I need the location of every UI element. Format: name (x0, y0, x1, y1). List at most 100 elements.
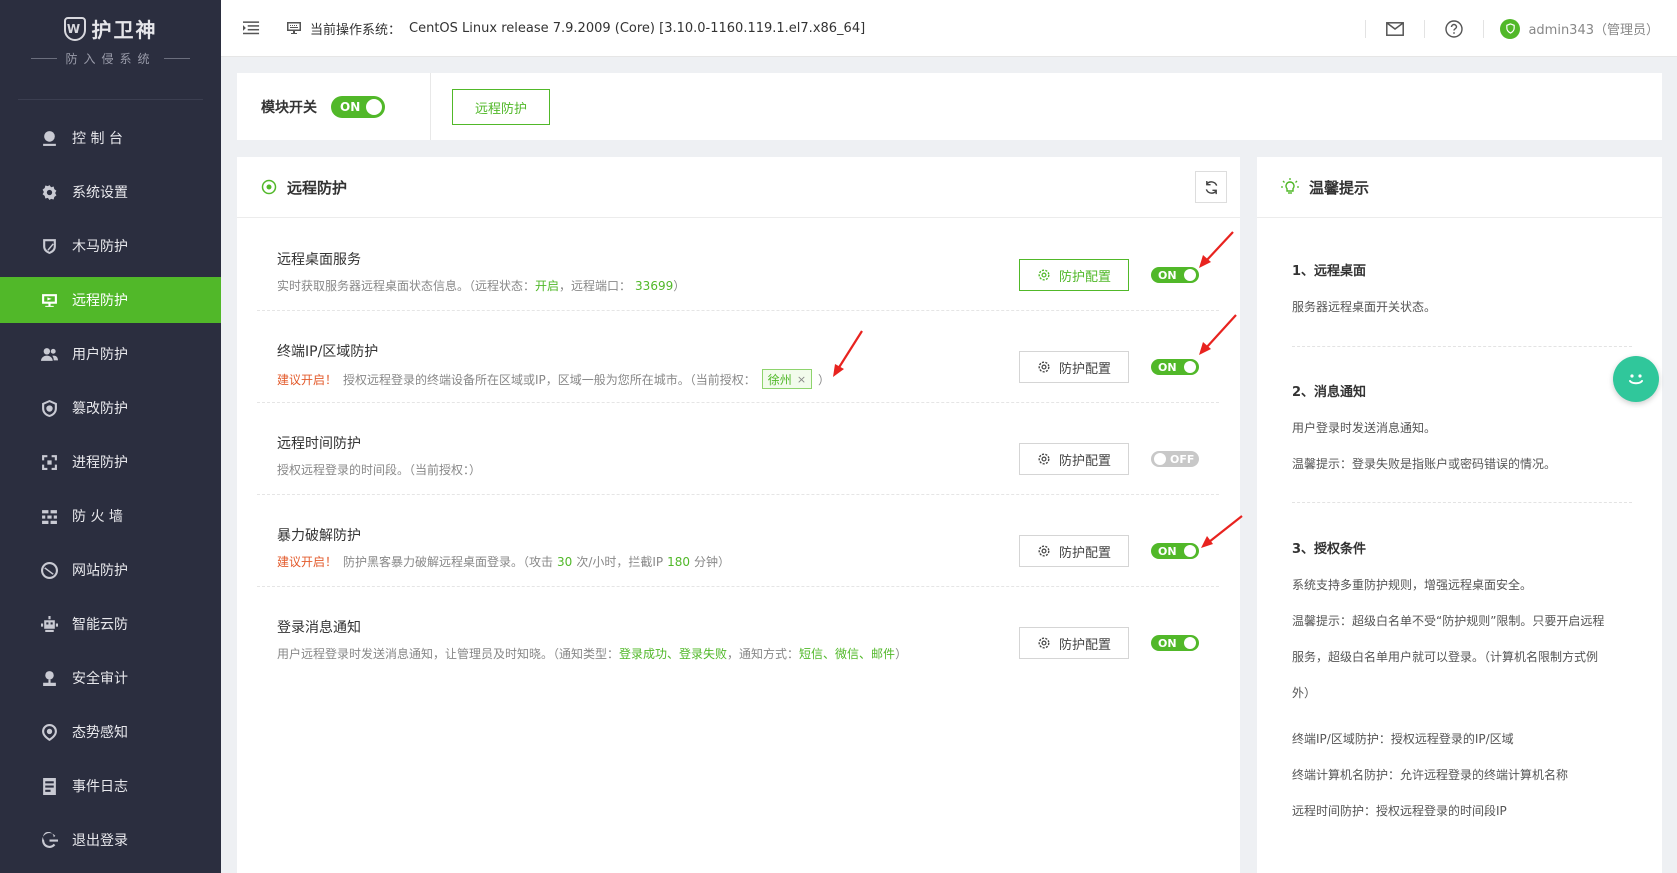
desc-text: 用户远程登录时发送消息通知，让管理员及时知晓。（通知类型： (277, 647, 620, 661)
service-toggle[interactable]: ON (1151, 543, 1199, 559)
notify-ways: 短信、微信、邮件 (799, 647, 896, 661)
sidebar-item-tamper[interactable]: 篡改防护 (0, 385, 221, 431)
logo: W 护卫神 防入侵系统 (0, 0, 221, 89)
sidebar-item-label: 控 制 台 (72, 131, 123, 147)
config-button[interactable]: 防护配置 (1019, 259, 1129, 291)
sidebar-item-audit[interactable]: 安全审计 (0, 655, 221, 701)
sidebar-item-logout[interactable]: 退出登录 (0, 817, 221, 863)
log-icon (40, 777, 58, 795)
user-shield-icon (1500, 18, 1521, 39)
notify-types: 登录成功、登录失败 (619, 647, 728, 661)
module-switch-label: 模块开关 (261, 99, 317, 116)
desc-text: 授权远程登录的终端设备所在区域或IP，区域一般为您所在城市。（当前授权： (343, 372, 756, 387)
sidebar-item-dashboard[interactable]: 控 制 台 (0, 115, 221, 161)
sidebar-item-users[interactable]: 用户防护 (0, 331, 221, 377)
tip-text: 系统支持多重防护规则，增强远程桌面安全。 (1292, 578, 1533, 592)
dashboard-icon (40, 129, 58, 147)
tag-label: 徐州 (767, 372, 792, 387)
sidebar-item-label: 事件日志 (72, 779, 128, 795)
service-name: 远程时间防护 (277, 436, 361, 452)
gear-icon (1038, 545, 1050, 557)
logo-shield-icon: W (63, 16, 86, 41)
topbar: 当前操作系统： CentOS Linux release 7.9.2009 (C… (221, 0, 1677, 57)
service-toggle[interactable]: ON (1151, 267, 1199, 283)
service-name: 登录消息通知 (277, 620, 361, 636)
help-button[interactable] (1425, 0, 1483, 57)
menu-collapse-icon[interactable] (243, 19, 261, 37)
desc-text: 实时获取服务器远程桌面状态信息。（远程状态： (277, 279, 536, 293)
service-toggle[interactable]: ON (1151, 635, 1199, 651)
service-desc: 建议开启！ 防护黑客暴力破解远程桌面登录。（攻击 30 次/小时，拦截IP 18… (277, 553, 730, 570)
close-icon[interactable]: × (797, 373, 806, 386)
desc-text: 防护黑客暴力破解远程桌面登录。（攻击 (343, 555, 554, 569)
sidebar-item-firewall[interactable]: 防 火 墙 (0, 493, 221, 539)
sidebar-item-trojan[interactable]: 木马防护 (0, 223, 221, 269)
config-button[interactable]: 防护配置 (1019, 627, 1129, 659)
remote-desktop-icon (40, 291, 58, 309)
desc-text: ） (895, 647, 908, 661)
sidebar-item-label: 远程防护 (72, 293, 128, 309)
toggle-text: ON (340, 99, 361, 114)
service-desc: 建议开启！ 授权远程登录的终端设备所在区域或IP，区域一般为您所在城市。（当前授… (277, 369, 830, 389)
sidebar-item-label: 退出登录 (72, 833, 128, 849)
sidebar-item-website[interactable]: 网站防护 (0, 547, 221, 593)
target-icon (261, 179, 277, 195)
auth-tag[interactable]: 徐州 × (761, 369, 813, 389)
remote-status: 开启 (535, 279, 560, 293)
tip-heading: 3、授权条件 (1292, 542, 1367, 557)
sidebar: W 护卫神 防入侵系统 控 制 台 系统设置 木马防护 远程防护 用户防护 篡改… (0, 0, 221, 873)
service-row-brute-force: 暴力破解防护 建议开启！ 防护黑客暴力破解远程桌面登录。（攻击 30 次/小时，… (257, 495, 1219, 587)
trojan-shield-icon (40, 237, 58, 255)
os-value: CentOS Linux release 7.9.2009 (Core) [3.… (409, 20, 866, 36)
tip-heading: 1、远程桌面 (1292, 264, 1367, 279)
service-toggle[interactable]: ON (1151, 359, 1199, 375)
remote-port: 33699 (635, 278, 674, 293)
chat-support-button[interactable] (1613, 356, 1659, 402)
config-label: 防护配置 (1058, 637, 1111, 653)
sidebar-item-cloud[interactable]: 智能云防 (0, 601, 221, 647)
sidebar-item-label: 系统设置 (72, 185, 128, 201)
service-toggle[interactable]: OFF (1151, 451, 1199, 467)
module-toggle[interactable]: ON (331, 95, 385, 118)
desc-text: ） (673, 279, 686, 293)
user-menu[interactable]: admin343（管理员） (1484, 18, 1677, 39)
logout-icon (40, 831, 58, 849)
service-desc: 实时获取服务器远程桌面状态信息。（远程状态： 开启 ，远程端口： 33699 ） (277, 277, 685, 294)
sidebar-item-process[interactable]: 进程防护 (0, 439, 221, 485)
audit-icon (40, 669, 58, 687)
user-name: admin343（管理员） (1528, 23, 1659, 38)
sidebar-item-label: 用户防护 (72, 347, 128, 363)
logo-subtitle: 防入侵系统 (65, 52, 156, 66)
warn-text: 建议开启！ (277, 555, 338, 569)
desc-text: ，远程端口： (559, 279, 632, 293)
desc-text: ，通知方式： (727, 647, 800, 661)
sidebar-item-remote[interactable]: 远程防护 (0, 277, 221, 323)
tip-text: 远程时间防护：授权远程登录的时间段IP (1292, 804, 1507, 818)
toggle-text: ON (1158, 544, 1177, 558)
desc-text: ） (818, 372, 831, 387)
config-button[interactable]: 防护配置 (1019, 351, 1129, 383)
firewall-icon (40, 507, 58, 525)
refresh-button[interactable] (1195, 171, 1227, 203)
tab-remote-protection[interactable]: 远程防护 (452, 89, 550, 125)
service-name: 远程桌面服务 (277, 252, 361, 268)
mail-button[interactable] (1366, 0, 1424, 57)
tip-text: 外） (1292, 686, 1317, 700)
sidebar-nav: 控 制 台 系统设置 木马防护 远程防护 用户防护 篡改防护 进程防护 防 火 (0, 115, 221, 863)
mail-icon (1386, 21, 1405, 36)
toggle-text: ON (1158, 360, 1177, 374)
sidebar-item-log[interactable]: 事件日志 (0, 763, 221, 809)
gear-icon (1038, 637, 1050, 649)
sidebar-item-settings[interactable]: 系统设置 (0, 169, 221, 215)
config-button[interactable]: 防护配置 (1019, 443, 1129, 475)
tip-text: 用户登录时发送消息通知。 (1292, 421, 1437, 435)
sidebar-item-situation[interactable]: 态势感知 (0, 709, 221, 755)
config-button[interactable]: 防护配置 (1019, 535, 1129, 567)
tip-text: 温馨提示：登录失败是指账户或密码错误的情况。 (1292, 457, 1557, 471)
block-minutes: 180 (667, 554, 691, 569)
service-row-ip-region: 终端IP/区域防护 建议开启！ 授权远程登录的终端设备所在区域或IP，区域一般为… (257, 311, 1219, 403)
config-label: 防护配置 (1058, 545, 1111, 561)
gear-icon (1038, 453, 1050, 465)
service-row-login-notify: 登录消息通知 用户远程登录时发送消息通知，让管理员及时知晓。（通知类型： 登录成… (257, 587, 1219, 679)
lightbulb-icon (1281, 178, 1299, 194)
